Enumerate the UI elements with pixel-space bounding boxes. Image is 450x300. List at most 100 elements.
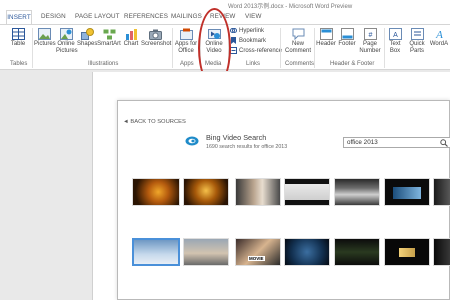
video-thumbnail[interactable]: [183, 238, 229, 266]
group-label-apps: Apps: [180, 61, 194, 67]
screenshot-button[interactable]: Screenshot: [141, 28, 172, 48]
video-search-input[interactable]: office 2013: [343, 137, 450, 148]
video-thumbnail-selected[interactable]: [132, 238, 180, 266]
wordart-label: WordA: [429, 41, 449, 47]
group-label-illustrations: Illustrations: [88, 61, 119, 67]
group-label-tables: Tables: [10, 61, 28, 67]
insert-video-dialog: ◄ BACK TO SOURCES Bing Video Search 1690…: [117, 100, 450, 300]
search-value: office 2013: [347, 139, 378, 146]
text-box-label-2: Box: [389, 47, 401, 54]
tab-references[interactable]: REFERENCES: [124, 13, 168, 20]
svg-text:A: A: [393, 32, 398, 39]
group-separator: [32, 28, 33, 68]
wordart-button[interactable]: A WordA: [428, 28, 450, 48]
table-icon: [11, 28, 25, 40]
back-to-sources-link[interactable]: ◄ BACK TO SOURCES: [123, 119, 186, 125]
title-bar: Word 2013示例.docx - Microsoft Word Previe…: [0, 0, 450, 10]
tab-page-layout[interactable]: PAGE LAYOUT: [75, 13, 120, 20]
search-icon[interactable]: [440, 139, 448, 147]
new-comment-button[interactable]: New Comment: [283, 28, 313, 54]
video-thumbnail[interactable]: [433, 238, 450, 266]
online-pictures-icon: [59, 28, 73, 40]
table-button[interactable]: Table: [8, 28, 28, 48]
new-comment-label-2: Comment: [284, 47, 311, 54]
video-thumbnail[interactable]: [183, 178, 229, 206]
smartart-label: SmartArt: [97, 41, 121, 47]
results-count: 1690 search results for office 2013: [206, 144, 288, 150]
video-thumbnail[interactable]: [235, 178, 281, 206]
tab-design[interactable]: DESIGN: [41, 13, 66, 20]
shapes-button[interactable]: Shapes: [77, 28, 97, 48]
svg-text:#: #: [368, 32, 372, 39]
cross-reference-label: Cross-reference: [239, 48, 283, 55]
footer-icon: [340, 28, 354, 40]
window-title: Word 2013示例.docx - Microsoft Word Previe…: [228, 4, 353, 10]
video-thumbnail[interactable]: MOVIE: [235, 238, 281, 266]
text-box-label-1: Text: [389, 41, 401, 47]
tab-mailings[interactable]: MAILINGS: [171, 13, 202, 20]
cross-reference-button[interactable]: Cross-reference: [230, 47, 282, 55]
chart-button[interactable]: Chart: [122, 28, 140, 48]
table-label: Table: [10, 41, 26, 47]
page-number-icon: #: [363, 28, 377, 40]
page-number-button[interactable]: # Page Number: [358, 28, 382, 54]
online-pictures-label-2: Pictures: [56, 47, 78, 54]
tab-insert[interactable]: INSERT: [6, 10, 32, 24]
apps-label-2: Office: [178, 47, 194, 54]
online-pictures-button[interactable]: Online Pictures: [56, 28, 78, 54]
video-thumbnail[interactable]: [132, 178, 180, 206]
quick-parts-button[interactable]: Quick Parts: [406, 28, 428, 54]
shapes-label: Shapes: [77, 41, 98, 47]
group-label-header-footer: Header & Footer: [330, 61, 375, 67]
video-thumbnail[interactable]: [384, 238, 430, 266]
footer-button[interactable]: Footer: [337, 28, 357, 48]
comment-icon: [292, 28, 304, 40]
hyperlink-button[interactable]: Hyperlink: [230, 27, 264, 35]
group-separator: [384, 28, 385, 68]
video-thumbnail[interactable]: [334, 178, 380, 206]
footer-label: Footer: [338, 41, 356, 47]
group-label-comments: Comments: [285, 61, 315, 67]
group-label-links: Links: [246, 61, 261, 67]
header-label: Header: [316, 41, 336, 47]
quick-parts-label-2: Parts: [409, 47, 424, 54]
movie-badge: MOVIE: [248, 256, 265, 261]
hyperlink-label: Hyperlink: [239, 28, 265, 35]
apps-icon: [179, 28, 193, 40]
chart-icon: [125, 29, 137, 40]
shapes-icon: [80, 28, 94, 40]
page-number-label-2: Number: [359, 47, 381, 54]
video-thumbnail[interactable]: [284, 238, 330, 266]
svg-text:A: A: [435, 29, 443, 40]
header-icon: [319, 28, 333, 40]
group-separator: [172, 28, 173, 68]
pictures-label: Pictures: [34, 41, 56, 47]
online-pictures-label-1: Online: [57, 41, 75, 47]
camera-icon: [148, 29, 162, 40]
smartart-icon: [103, 29, 115, 40]
text-box-icon: A: [388, 28, 402, 40]
quick-parts-label-1: Quick: [409, 41, 425, 47]
screenshot-label: Screenshot: [141, 41, 172, 47]
video-thumbnail[interactable]: [334, 238, 380, 266]
apps-label-1: Apps for: [174, 41, 198, 47]
source-title: Bing Video Search: [206, 133, 267, 142]
video-thumbnail[interactable]: [284, 178, 330, 206]
text-box-button[interactable]: A Text Box: [386, 28, 404, 54]
quick-parts-icon: [410, 28, 424, 40]
new-comment-label-1: New: [291, 41, 304, 47]
page-number-label-1: Page: [362, 41, 377, 47]
chart-label: Chart: [123, 41, 139, 47]
tab-view[interactable]: VIEW: [245, 13, 262, 20]
video-thumbnail[interactable]: [384, 178, 430, 206]
bookmark-label: Bookmark: [239, 38, 267, 45]
apps-for-office-button[interactable]: Apps for Office: [174, 28, 198, 54]
smartart-button[interactable]: SmartArt: [97, 28, 121, 48]
bookmark-button[interactable]: Bookmark: [230, 37, 266, 45]
wordart-icon: A: [435, 29, 443, 40]
video-thumbnail[interactable]: [433, 178, 450, 206]
cross-reference-icon: [230, 47, 237, 54]
bing-video-icon: [185, 136, 199, 146]
header-button[interactable]: Header: [315, 28, 337, 48]
pictures-button[interactable]: Pictures: [34, 28, 56, 48]
